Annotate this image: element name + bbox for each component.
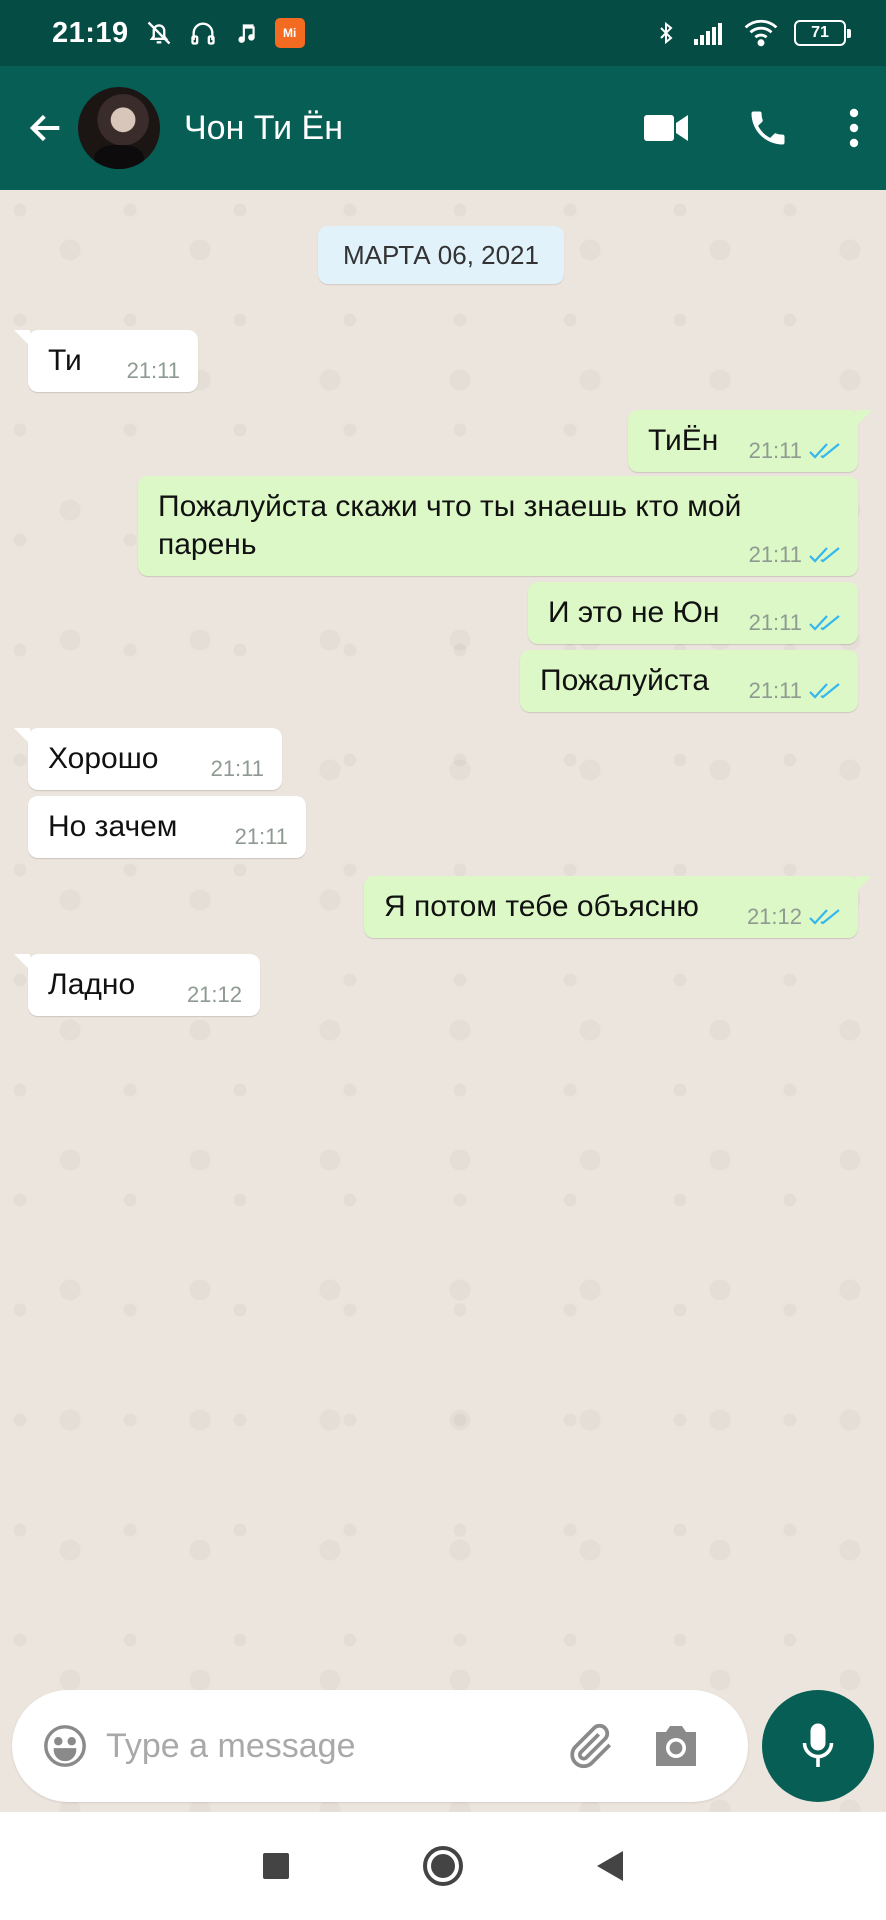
message-text: Пожалуйста [540, 664, 710, 697]
message-bubble-incoming[interactable]: Ладно 21:12 [14, 954, 260, 1016]
back-button[interactable] [18, 108, 74, 148]
recents-button[interactable] [263, 1853, 289, 1879]
message-text: ТиЁн [648, 424, 719, 457]
headphones-icon [189, 19, 217, 47]
emoji-button[interactable] [42, 1723, 88, 1769]
voice-call-button[interactable] [746, 106, 790, 150]
paperclip-icon [570, 1723, 612, 1769]
message-text: Хорошо [48, 742, 159, 775]
music-note-icon [233, 20, 259, 46]
message-bubble-incoming[interactable]: Но зачем 21:11 [28, 796, 306, 858]
message-time: 21:11 [748, 438, 802, 463]
camera-button[interactable] [652, 1724, 700, 1768]
message-text: Я потом тебе объясню [384, 890, 699, 923]
back-arrow-icon [29, 114, 60, 142]
chat-header: Чон Ти Ён [0, 66, 886, 190]
system-back-button[interactable] [597, 1851, 623, 1881]
message-bubble-incoming[interactable]: Хорошо 21:11 [14, 728, 282, 790]
contact-name[interactable]: Чон Ти Ён [184, 109, 343, 148]
message-time: 21:11 [748, 542, 802, 567]
message-bubble-incoming[interactable]: Ти 21:11 [14, 330, 198, 392]
battery-icon: 71 [794, 20, 851, 46]
message-bubble-outgoing[interactable]: ТиЁн 21:11 [628, 410, 872, 472]
message-bubble-outgoing[interactable]: Я потом тебе объясню 21:12 [364, 876, 872, 938]
message-time: 21:12 [746, 904, 802, 929]
more-vert-icon [849, 108, 859, 148]
wifi-icon [744, 19, 778, 47]
message-text: Пожалуйста скажи что ты знаешь кто мой п… [158, 490, 742, 561]
message-input[interactable] [106, 1726, 566, 1766]
signal-icon [694, 21, 728, 45]
double-check-icon [808, 681, 842, 701]
camera-icon [656, 1726, 696, 1766]
message-compose-bar [12, 1690, 748, 1802]
voice-record-button[interactable] [762, 1690, 874, 1802]
video-call-button[interactable] [644, 113, 688, 143]
microphone-icon [802, 1723, 834, 1767]
video-call-icon [644, 115, 688, 141]
battery-level: 71 [811, 24, 829, 41]
home-button[interactable] [423, 1846, 463, 1886]
message-text: Но зачем [48, 810, 178, 843]
more-options-button[interactable] [848, 108, 860, 148]
system-navigation-bar [0, 1812, 886, 1920]
mute-bell-icon [145, 19, 173, 47]
contact-avatar[interactable] [78, 87, 160, 169]
message-time: 21:11 [234, 824, 288, 849]
mi-icon: Mi [274, 18, 305, 48]
message-bubble-outgoing[interactable]: Пожалуйста скажи что ты знаешь кто мой п… [138, 476, 858, 576]
chat-area[interactable]: МАРТА 06, 2021 Ти 21:11 ТиЁн 21:11 Пожал… [0, 190, 886, 1812]
message-text: Ладно [48, 968, 136, 1001]
message-time: 21:11 [748, 678, 802, 703]
bluetooth-icon [654, 18, 678, 48]
message-time: 21:12 [186, 982, 242, 1007]
status-time: 21:19 [52, 16, 129, 49]
status-bar: 21:19 Mi 71 [0, 0, 886, 66]
message-time: 21:11 [748, 610, 802, 635]
message-text: И это не Юн [548, 596, 720, 629]
attach-button[interactable] [566, 1721, 616, 1771]
message-text: Ти [48, 344, 82, 377]
message-bubble-outgoing[interactable]: И это не Юн 21:11 [528, 582, 858, 644]
double-check-icon [808, 613, 842, 633]
emoji-icon [44, 1725, 86, 1767]
double-check-icon [808, 545, 842, 565]
double-check-icon [808, 907, 842, 927]
message-time: 21:11 [210, 756, 264, 781]
phone-icon [751, 111, 785, 145]
date-divider: МАРТА 06, 2021 [318, 226, 564, 284]
double-check-icon [808, 441, 842, 461]
message-bubble-outgoing[interactable]: Пожалуйста 21:11 [520, 650, 858, 712]
message-time: 21:11 [126, 358, 180, 383]
